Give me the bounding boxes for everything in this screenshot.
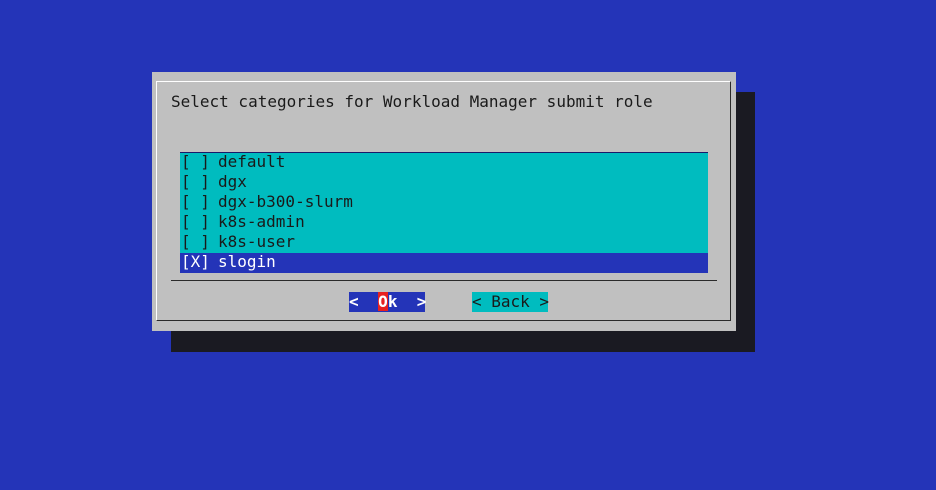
list-item-k8s-admin[interactable]: [ ] k8s-admin (180, 213, 708, 233)
list-item-label: dgx-b300-slurm (218, 192, 353, 211)
checkbox[interactable]: [ ] (181, 233, 218, 251)
button-separator (171, 280, 717, 281)
terminal-screen: Select categories for Workload Manager s… (0, 0, 936, 490)
list-item-k8s-user[interactable]: [ ] k8s-user (180, 233, 708, 253)
list-item-label: slogin (218, 252, 276, 271)
checkbox[interactable]: [ ] (181, 173, 218, 191)
ok-button[interactable]: < Ok > (349, 292, 427, 312)
list-item-slogin[interactable]: [X] slogin (180, 253, 708, 273)
list-item-label: k8s-user (218, 232, 296, 251)
list-item-dgx[interactable]: [ ] dgx (180, 173, 708, 193)
category-list[interactable]: [ ] default [ ] dgx [ ] dgx-b300-slurm [ ] k… (180, 152, 708, 273)
dialog-title: Select categories for Workload Manager s… (171, 92, 653, 111)
list-item-label: k8s-admin (218, 212, 305, 231)
list-item-default[interactable]: [ ] default (180, 153, 708, 173)
checkbox[interactable]: [X] (181, 253, 218, 271)
list-item-label: default (218, 152, 286, 171)
ok-button-hotkey: O (377, 292, 388, 311)
back-button[interactable]: < Back > (472, 292, 549, 312)
checkbox[interactable]: [ ] (181, 193, 218, 211)
checkbox[interactable]: [ ] (181, 213, 218, 231)
ok-button-prefix: < (349, 292, 378, 311)
list-item-dgx-b300-slurm[interactable]: [ ] dgx-b300-slurm (180, 193, 708, 213)
ok-button-rest: k > (387, 292, 427, 311)
list-item-label: dgx (218, 172, 247, 191)
checklist-dialog: Select categories for Workload Manager s… (152, 72, 736, 331)
checkbox[interactable]: [ ] (181, 153, 218, 171)
